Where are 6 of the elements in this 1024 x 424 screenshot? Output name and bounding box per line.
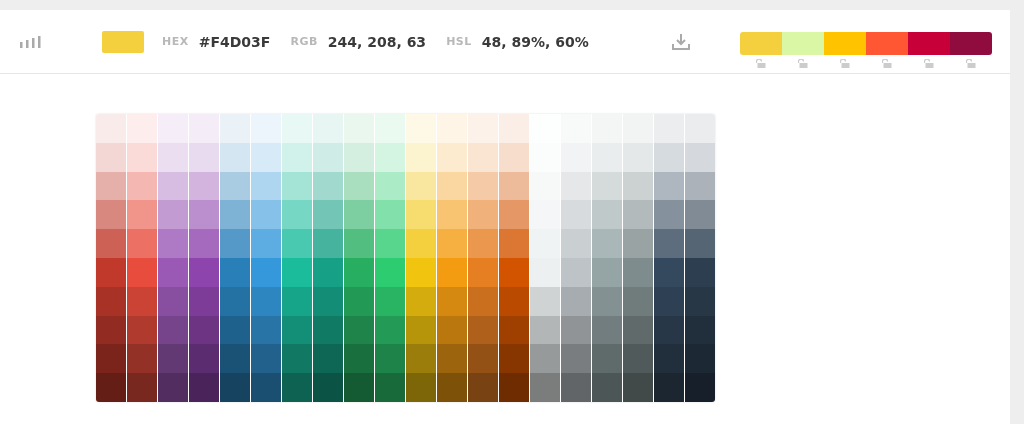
hex-value: #F4D03F <box>198 33 271 50</box>
hsl-label: HSL <box>446 35 472 48</box>
rgb-label: RGB <box>290 35 318 48</box>
rgb-value: 244, 208, 63 <box>327 33 427 50</box>
hex-label: HEX <box>162 35 189 48</box>
hsl-value: 48, 89%, 60% <box>481 33 589 50</box>
